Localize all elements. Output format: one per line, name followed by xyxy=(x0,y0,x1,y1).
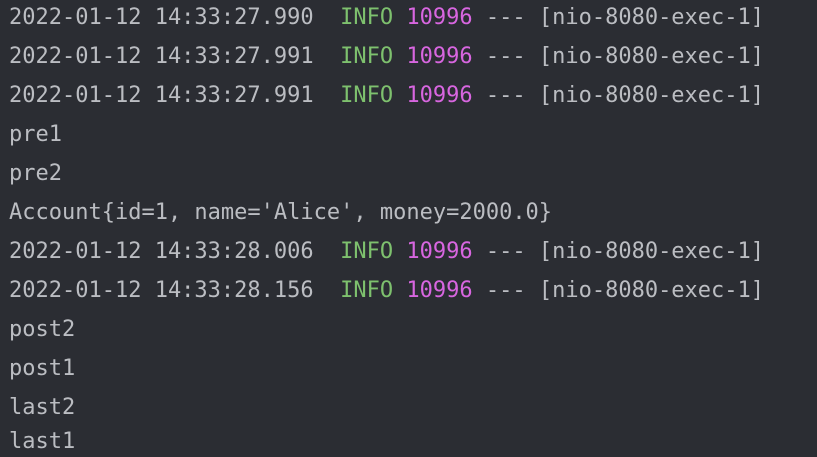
log-pid: 10996 xyxy=(406,5,473,30)
log-level: INFO xyxy=(340,44,394,69)
log-line: 2022-01-12 14:33:27.991 INFO 10996 --- [… xyxy=(9,42,764,72)
log-timestamp: 2022-01-12 14:33:27.991 xyxy=(9,44,314,69)
log-timestamp: 2022-01-12 14:33:28.006 xyxy=(9,239,314,264)
output-line: post2 xyxy=(9,317,76,342)
log-separator: --- xyxy=(485,5,526,30)
log-line: 2022-01-12 14:33:27.990 INFO 10996 --- [… xyxy=(9,3,764,33)
log-pid: 10996 xyxy=(406,44,473,69)
log-line: 2022-01-12 14:33:28.006 INFO 10996 --- [… xyxy=(9,237,764,267)
output-line: last2 xyxy=(9,395,76,420)
log-pid: 10996 xyxy=(406,83,473,108)
output-line: pre2 xyxy=(9,161,62,186)
log-timestamp: 2022-01-12 14:33:27.990 xyxy=(9,5,314,30)
log-timestamp: 2022-01-12 14:33:27.991 xyxy=(9,83,314,108)
log-thread: [nio-8080-exec-1] xyxy=(538,239,765,264)
log-pid: 10996 xyxy=(406,278,473,303)
log-level: INFO xyxy=(340,83,394,108)
log-thread: [nio-8080-exec-1] xyxy=(538,278,765,303)
log-timestamp: 2022-01-12 14:33:28.156 xyxy=(9,278,314,303)
console-output[interactable]: 2022-01-12 14:33:27.990 INFO 10996 --- [… xyxy=(0,0,817,457)
log-separator: --- xyxy=(485,278,526,303)
log-level: INFO xyxy=(340,278,394,303)
log-line: 2022-01-12 14:33:28.156 INFO 10996 --- [… xyxy=(9,276,764,306)
log-thread: [nio-8080-exec-1] xyxy=(538,5,765,30)
output-line: post1 xyxy=(9,356,76,381)
output-line: last1 xyxy=(9,429,76,454)
log-separator: --- xyxy=(485,83,526,108)
log-level: INFO xyxy=(340,239,394,264)
log-line: 2022-01-12 14:33:27.991 INFO 10996 --- [… xyxy=(9,81,764,111)
log-thread: [nio-8080-exec-1] xyxy=(538,44,765,69)
log-thread: [nio-8080-exec-1] xyxy=(538,83,765,108)
log-level: INFO xyxy=(340,5,394,30)
log-separator: --- xyxy=(485,239,526,264)
log-separator: --- xyxy=(485,44,526,69)
log-pid: 10996 xyxy=(406,239,473,264)
output-line: Account{id=1, name='Alice', money=2000.0… xyxy=(9,200,553,225)
output-line: pre1 xyxy=(9,122,62,147)
